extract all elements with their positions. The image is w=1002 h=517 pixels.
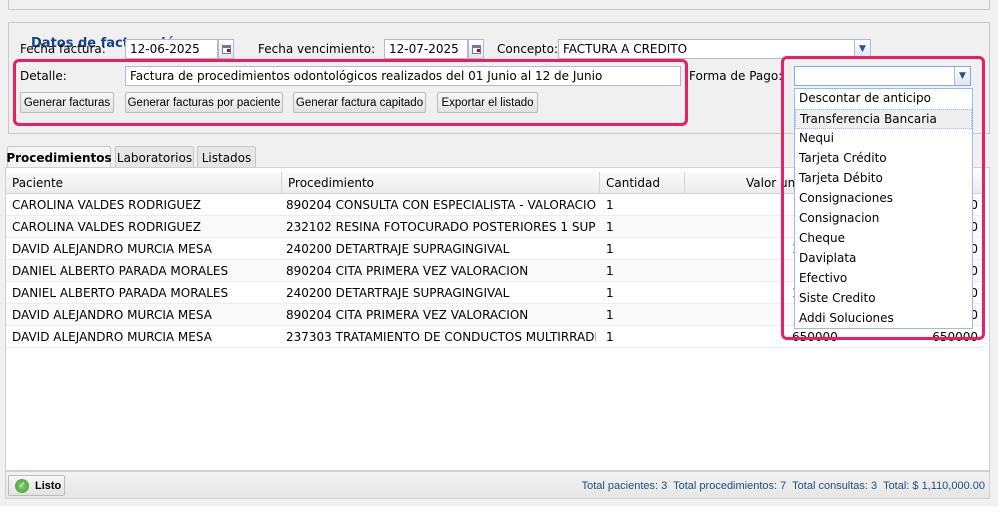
status-bar: ✓ Listo Total pacientes: 3 Total procedi… (5, 471, 990, 499)
top-panel (8, 0, 990, 10)
tab-listados[interactable]: Listados (197, 146, 256, 168)
cell-paciente: DAVID ALEJANDRO MURCIA MESA (12, 242, 212, 256)
fecha-vencimiento-input[interactable]: 12-07-2025 (384, 39, 468, 59)
cell-procedimiento: 240200 DETARTRAJE SUPRAGINGIVAL (286, 242, 510, 256)
cell-paciente: CAROLINA VALDES RODRIGUEZ (12, 220, 201, 234)
cell-procedimiento: 240200 DETARTRAJE SUPRAGINGIVAL (286, 286, 510, 300)
cell-cantidad: 1 (606, 220, 614, 234)
highlight-box-forma-pago (781, 56, 985, 340)
cell-paciente: DAVID ALEJANDRO MURCIA MESA (12, 308, 212, 322)
cell-procedimiento: 232102 RESINA FOTOCURADO POSTERIORES 1 S… (286, 220, 596, 234)
cell-paciente: DANIEL ALBERTO PARADA MORALES (12, 264, 229, 278)
cell-cantidad: 1 (606, 242, 614, 256)
column-header-procedimiento[interactable]: Procedimiento (282, 172, 600, 194)
fecha-vencimiento-label: Fecha vencimiento: (258, 42, 376, 56)
cell-procedimiento: 890204 CONSULTA CON ESPECIALISTA - VALOR… (286, 198, 596, 212)
fecha-factura-label: Fecha factura: (20, 42, 106, 56)
cell-paciente: CAROLINA VALDES RODRIGUEZ (12, 198, 201, 212)
fecha-factura-input[interactable]: 12-06-2025 (125, 39, 218, 59)
cell-cantidad: 1 (606, 264, 614, 278)
calendar-icon[interactable] (468, 39, 484, 59)
concepto-value: FACTURA A CREDITO (563, 42, 688, 56)
tab-laboratorios[interactable]: Laboratorios (115, 146, 194, 168)
highlight-box-detalle (13, 59, 688, 126)
cell-procedimiento: 237303 TRATAMIENTO DE CONDUCTOS MULTIRRA… (286, 330, 596, 344)
listo-label: Listo (35, 479, 62, 492)
calendar-icon[interactable] (218, 39, 234, 59)
cell-cantidad: 1 (606, 198, 614, 212)
cell-cantidad: 1 (606, 286, 614, 300)
cell-procedimiento: 890204 CITA PRIMERA VEZ VALORACION (286, 264, 529, 278)
tab-procedimientos[interactable]: Procedimientos (6, 146, 112, 169)
cell-paciente: DAVID ALEJANDRO MURCIA MESA (12, 330, 212, 344)
cell-cantidad: 1 (606, 330, 614, 344)
column-header-cantidad[interactable]: Cantidad (600, 172, 685, 194)
forma-pago-label: Forma de Pago: (689, 69, 783, 83)
listo-button[interactable]: ✓ Listo (8, 475, 65, 496)
cell-cantidad: 1 (606, 308, 614, 322)
cell-paciente: DANIEL ALBERTO PARADA MORALES (12, 286, 229, 300)
check-icon: ✓ (15, 478, 29, 493)
column-header-paciente[interactable]: Paciente (6, 172, 282, 194)
cell-procedimiento: 890204 CITA PRIMERA VEZ VALORACION (286, 308, 529, 322)
totals-summary: Total pacientes: 3 Total procedimientos:… (581, 480, 985, 492)
concepto-label: Concepto: (497, 42, 559, 56)
